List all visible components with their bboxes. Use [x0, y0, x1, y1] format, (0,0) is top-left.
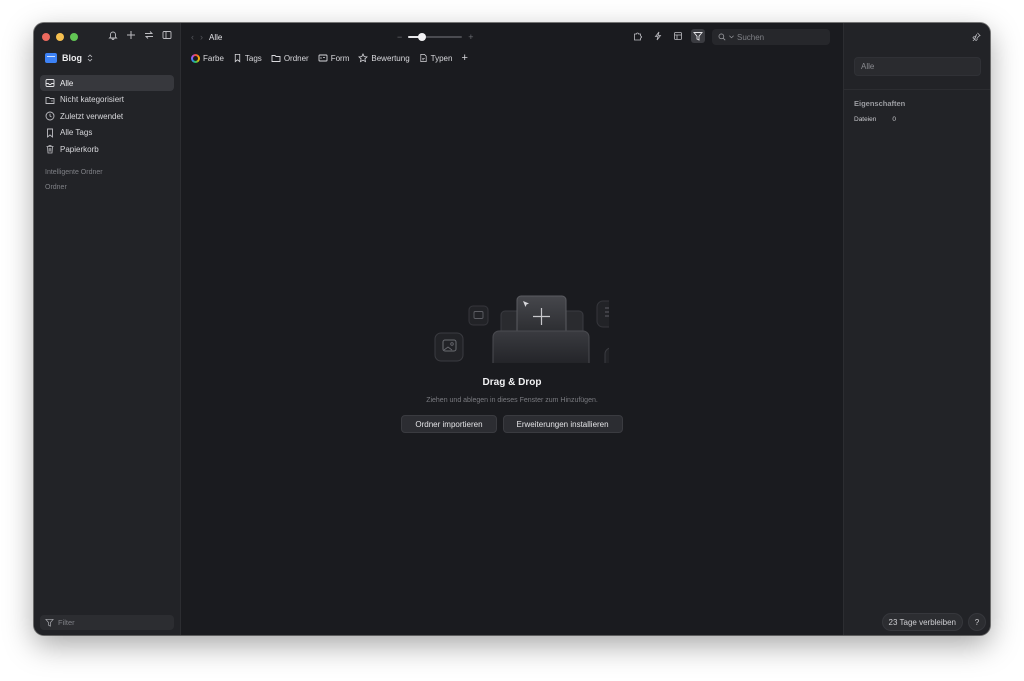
inspector-panel: Alle Eigenschaften Dateien 0 23 Tage ver…	[843, 23, 990, 635]
install-extensions-button[interactable]: Erweiterungen installieren	[502, 415, 623, 433]
files-count: 0	[892, 116, 897, 123]
filter-label: Form	[330, 53, 350, 63]
chevron-down-icon	[729, 35, 734, 39]
library-name: Blog	[62, 53, 82, 63]
inspector-name-field[interactable]: Alle	[854, 57, 981, 76]
sidebar: Blog Alle Nicht kategorisiert Zuletzt ve…	[34, 23, 181, 635]
zoom-in-button[interactable]: +	[468, 32, 473, 42]
layout-icon[interactable]	[671, 29, 685, 43]
bookmark-icon	[233, 53, 242, 63]
search-placeholder: Suchen	[737, 32, 765, 42]
search-icon	[718, 33, 726, 41]
clock-icon	[45, 111, 55, 121]
filter-label: Tags	[244, 53, 262, 63]
main-content: ‹ › Alle − + Suchen Farbe Tags Ordner Fo…	[181, 23, 843, 635]
add-filter-button[interactable]: +	[461, 53, 467, 64]
zoom-out-button[interactable]: −	[397, 32, 402, 42]
funnel-icon	[45, 618, 54, 627]
forward-icon[interactable]: ›	[200, 32, 203, 42]
filter-color[interactable]: Farbe	[191, 53, 224, 63]
smart-folders-heading[interactable]: Intelligente Ordner	[45, 169, 103, 176]
puzzle-icon[interactable]	[631, 29, 645, 43]
sidebar-item-label: Alle Tags	[60, 128, 93, 137]
help-button[interactable]: ?	[968, 613, 986, 631]
sidebar-item-label: Alle	[60, 78, 74, 88]
files-count-row: Dateien 0	[854, 116, 896, 123]
filter-label: Farbe	[203, 53, 224, 63]
toolbar: ‹ › Alle − + Suchen	[181, 23, 843, 53]
inbox-icon	[45, 78, 55, 88]
properties-heading: Eigenschaften	[854, 99, 906, 108]
sidebar-item-label: Zuletzt verwendet	[60, 111, 124, 121]
sidebar-item-uncategorized[interactable]: Nicht kategorisiert	[40, 92, 174, 108]
empty-state-title: Drag & Drop	[482, 377, 542, 388]
filter-tags[interactable]: Tags	[233, 53, 262, 63]
empty-state-actions: Ordner importieren Erweiterungen install…	[181, 415, 843, 433]
swap-icon[interactable]	[144, 30, 154, 40]
filter-rating[interactable]: Bewertung	[358, 53, 410, 63]
zoom-control: − +	[397, 31, 474, 43]
sidebar-item-alle[interactable]: Alle	[40, 75, 174, 91]
import-folder-button[interactable]: Ordner importieren	[401, 415, 497, 433]
sidebar-toolbar	[108, 30, 172, 40]
color-wheel-icon	[191, 53, 200, 63]
filter-toggle-icon[interactable]	[691, 29, 705, 43]
minimize-window-button[interactable]	[56, 33, 64, 41]
sidebar-item-label: Nicht kategorisiert	[60, 95, 125, 104]
sidebar-item-recent[interactable]: Zuletzt verwendet	[40, 108, 174, 124]
zoom-slider[interactable]	[408, 31, 463, 43]
file-type-icon	[419, 53, 428, 63]
folder-icon	[271, 53, 281, 63]
drag-drop-illustration	[434, 295, 609, 363]
plus-icon[interactable]	[126, 30, 136, 40]
zoom-window-button[interactable]	[70, 33, 78, 41]
filter-folder[interactable]: Ordner	[271, 53, 309, 63]
filter-types[interactable]: Typen	[419, 53, 453, 63]
filter-label: Typen	[430, 53, 453, 63]
bookmark-icon	[45, 128, 55, 138]
sidebar-item-trash[interactable]: Papierkorb	[40, 141, 174, 157]
folder-unsorted-icon	[45, 95, 55, 105]
bell-icon[interactable]	[108, 30, 118, 40]
window-controls	[42, 33, 78, 41]
pin-icon[interactable]	[972, 32, 981, 41]
breadcrumb-current: Alle	[209, 32, 223, 42]
sidebar-filter-input[interactable]: Filter	[40, 615, 174, 630]
trial-badge[interactable]: 23 Tage verbleiben	[881, 613, 963, 631]
empty-state-subtitle: Ziehen und ablegen in dieses Fenster zum…	[426, 397, 598, 404]
library-switcher[interactable]: Blog	[45, 53, 93, 63]
filter-shape[interactable]: Form	[318, 53, 350, 63]
folders-heading[interactable]: Ordner	[45, 184, 67, 191]
sidebar-item-all-tags[interactable]: Alle Tags	[40, 125, 174, 141]
files-label: Dateien	[854, 116, 877, 123]
search-input[interactable]: Suchen	[712, 29, 830, 45]
filter-placeholder: Filter	[58, 618, 75, 627]
sidebar-nav: Alle Nicht kategorisiert Zuletzt verwend…	[40, 75, 174, 158]
sidebar-item-label: Papierkorb	[60, 144, 99, 154]
app-window: Blog Alle Nicht kategorisiert Zuletzt ve…	[34, 23, 990, 635]
sidebar-toggle-icon[interactable]	[162, 30, 172, 40]
inspector-divider	[844, 89, 990, 90]
close-window-button[interactable]	[42, 33, 50, 41]
back-icon[interactable]: ‹	[191, 32, 194, 42]
breadcrumb: ‹ › Alle	[191, 32, 222, 42]
toolbar-actions	[631, 29, 705, 43]
filter-label: Ordner	[283, 53, 309, 63]
chevron-updown-icon	[87, 54, 93, 62]
filter-label: Bewertung	[371, 53, 410, 63]
zoom-slider-knob[interactable]	[417, 33, 426, 41]
filter-bar: Farbe Tags Ordner Form Bewertung Typen +	[191, 53, 468, 64]
star-icon	[358, 53, 369, 63]
lightning-icon[interactable]	[651, 29, 665, 43]
trash-icon	[45, 144, 55, 154]
library-icon	[45, 53, 57, 63]
shape-icon	[318, 53, 328, 63]
